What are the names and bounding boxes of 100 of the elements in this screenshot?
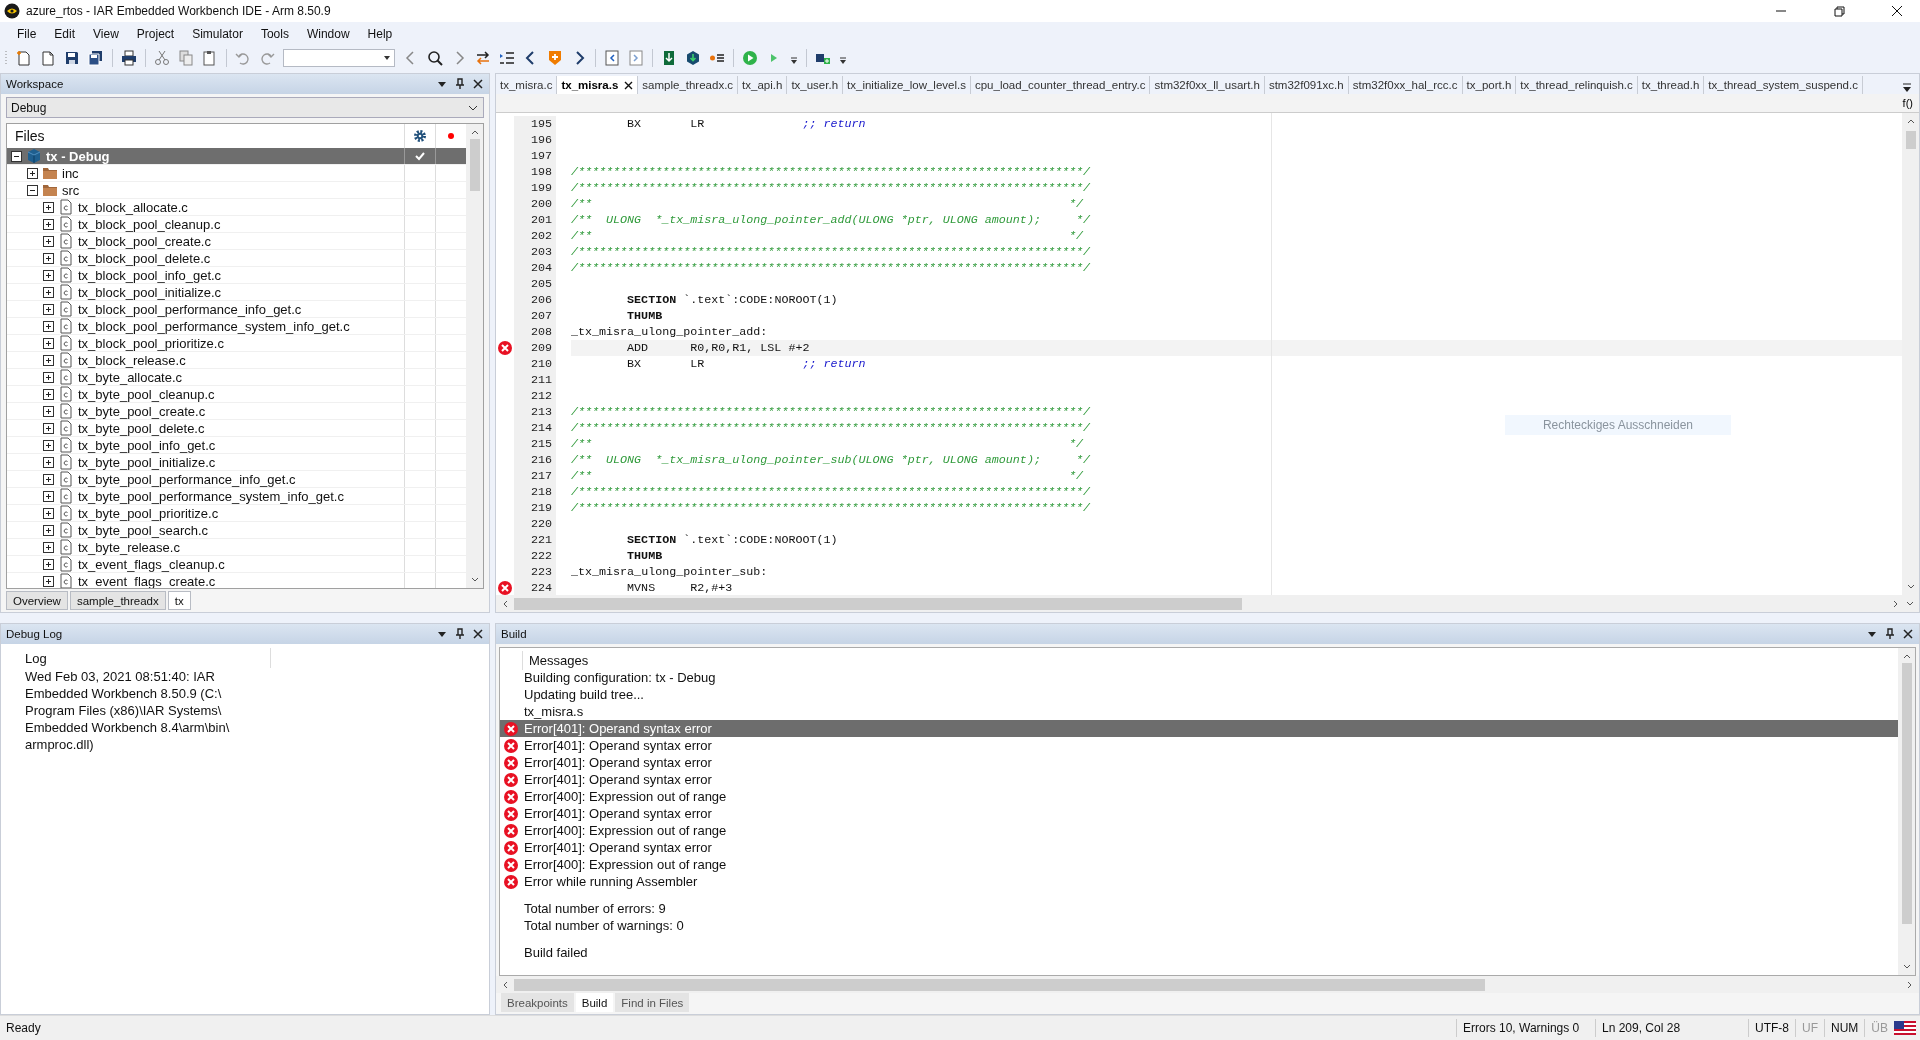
expand-icon[interactable]: [43, 354, 54, 366]
vertical-scrollbar[interactable]: [1902, 113, 1919, 595]
build-message[interactable]: Building configuration: tx - Debug: [500, 669, 1898, 686]
build-message[interactable]: Error[401]: Operand syntax error: [500, 805, 1898, 822]
panel-tab[interactable]: tx: [167, 591, 191, 610]
menu-item[interactable]: Help: [358, 26, 402, 41]
expand-icon[interactable]: [43, 371, 54, 383]
panel-tab[interactable]: sample_threadx: [69, 591, 166, 610]
panel-tab[interactable]: Build: [575, 993, 614, 1012]
scrollbar-thumb[interactable]: [1901, 663, 1912, 925]
tree-item[interactable]: tx_byte_pool_search.c: [7, 522, 466, 539]
menu-item[interactable]: Simulator: [183, 26, 252, 41]
gear-icon[interactable]: [413, 129, 427, 143]
menu-item[interactable]: Window: [297, 26, 359, 41]
expand-icon[interactable]: [43, 422, 54, 434]
expand-icon[interactable]: [43, 507, 54, 519]
tree-item[interactable]: tx_block_pool_create.c: [7, 233, 466, 250]
expand-icon[interactable]: [27, 167, 38, 179]
tree-item[interactable]: tx - Debug: [7, 148, 466, 165]
build-message[interactable]: Error[401]: Operand syntax error: [500, 737, 1898, 754]
menu-item[interactable]: File: [8, 26, 46, 41]
print-icon[interactable]: [121, 50, 137, 67]
swap-arrows-icon[interactable]: [475, 50, 491, 67]
expand-icon[interactable]: [43, 524, 54, 536]
tree-item[interactable]: tx_byte_allocate.c: [7, 369, 466, 386]
editor-tab[interactable]: tx_misra.s: [557, 76, 639, 94]
scrollbar-thumb[interactable]: [514, 597, 1242, 610]
function-list-button[interactable]: f(): [1896, 94, 1919, 112]
tree-item[interactable]: tx_byte_pool_delete.c: [7, 420, 466, 437]
scrollbar-thumb[interactable]: [1905, 130, 1916, 149]
tree-item[interactable]: inc: [7, 165, 466, 182]
bookmark-icon[interactable]: [547, 50, 563, 67]
tree-item[interactable]: tx_block_pool_info_get.c: [7, 267, 466, 284]
expand-icon[interactable]: [43, 490, 54, 502]
panel-tab[interactable]: Breakpoints: [501, 993, 574, 1012]
tree-item[interactable]: tx_byte_pool_create.c: [7, 403, 466, 420]
expand-icon[interactable]: [43, 541, 54, 553]
build-message[interactable]: Updating build tree...: [500, 686, 1898, 703]
page-left-icon[interactable]: [604, 50, 620, 67]
page-right-icon[interactable]: [628, 50, 644, 67]
menu-item[interactable]: View: [84, 26, 128, 41]
paste-icon[interactable]: [202, 50, 218, 67]
tree-item[interactable]: tx_byte_pool_cleanup.c: [7, 386, 466, 403]
undo-icon[interactable]: [235, 50, 251, 67]
horizontal-scrollbar[interactable]: [496, 976, 1919, 993]
search-icon[interactable]: [427, 50, 443, 67]
expand-icon[interactable]: [43, 456, 54, 468]
build-message[interactable]: tx_misra.s: [500, 703, 1898, 720]
build-message[interactable]: Error[400]: Expression out of range: [500, 856, 1898, 873]
build-message[interactable]: Error while running Assembler: [500, 873, 1898, 890]
close-icon[interactable]: [1902, 628, 1914, 640]
tree-item[interactable]: tx_block_allocate.c: [7, 199, 466, 216]
expand-icon[interactable]: [43, 473, 54, 485]
expand-icon[interactable]: [43, 439, 54, 451]
menu-item[interactable]: Edit: [45, 26, 85, 41]
tree-item[interactable]: tx_byte_pool_initialize.c: [7, 454, 466, 471]
tree-item[interactable]: tx_block_pool_initialize.c: [7, 284, 466, 301]
menu-item[interactable]: Project: [127, 26, 184, 41]
expand-icon[interactable]: [43, 388, 54, 400]
tree-item[interactable]: tx_block_pool_delete.c: [7, 250, 466, 267]
build-message[interactable]: Error[401]: Operand syntax error: [500, 839, 1898, 856]
expand-icon[interactable]: [43, 575, 54, 587]
scrollbar-thumb[interactable]: [469, 139, 480, 192]
redo-icon[interactable]: [259, 50, 275, 67]
tree-item[interactable]: tx_block_pool_performance_info_get.c: [7, 301, 466, 318]
tree-item[interactable]: tx_byte_pool_performance_system_info_get.c: [7, 488, 466, 505]
tree-item[interactable]: tx_byte_release.c: [7, 539, 466, 556]
close-icon[interactable]: [624, 80, 634, 90]
tree-item[interactable]: tx_event_flags_create.c: [7, 573, 466, 588]
panel-tab[interactable]: Overview: [6, 591, 68, 610]
indent-list-icon[interactable]: [499, 50, 515, 67]
new-file-icon[interactable]: [16, 50, 32, 67]
save-all-icon[interactable]: [88, 50, 104, 67]
close-icon[interactable]: [472, 78, 484, 90]
expand-icon[interactable]: [43, 303, 54, 315]
tree-item[interactable]: tx_event_flags_cleanup.c: [7, 556, 466, 573]
build-message[interactable]: Error[400]: Expression out of range: [500, 788, 1898, 805]
expand-icon[interactable]: [43, 558, 54, 570]
build-message[interactable]: Error[401]: Operand syntax error: [500, 754, 1898, 771]
expand-icon[interactable]: [43, 286, 54, 298]
expand-icon[interactable]: [43, 405, 54, 417]
expand-icon[interactable]: [43, 201, 54, 213]
vertical-scrollbar[interactable]: [466, 124, 483, 588]
expand-icon[interactable]: [43, 235, 54, 247]
tree-item[interactable]: tx_block_pool_performance_system_info_get.c: [7, 318, 466, 335]
vertical-scrollbar[interactable]: [1898, 648, 1915, 975]
tab-list-icon[interactable]: [1901, 82, 1913, 94]
menu-item[interactable]: Tools: [251, 26, 298, 41]
scrollbar-thumb[interactable]: [514, 978, 1485, 991]
tree-item[interactable]: tx_block_pool_cleanup.c: [7, 216, 466, 233]
download-book-icon[interactable]: [661, 50, 677, 67]
tree-item[interactable]: tx_byte_pool_prioritize.c: [7, 505, 466, 522]
horizontal-scrollbar[interactable]: [496, 595, 1919, 612]
hexagon-download-icon[interactable]: [685, 50, 701, 67]
play-icon[interactable]: [742, 50, 758, 67]
new-file-icon[interactable]: [40, 50, 56, 67]
expand-icon[interactable]: [43, 337, 54, 349]
save-icon[interactable]: [64, 50, 80, 67]
search-combo-field[interactable]: [283, 49, 395, 68]
build-message[interactable]: Error[400]: Expression out of range: [500, 822, 1898, 839]
